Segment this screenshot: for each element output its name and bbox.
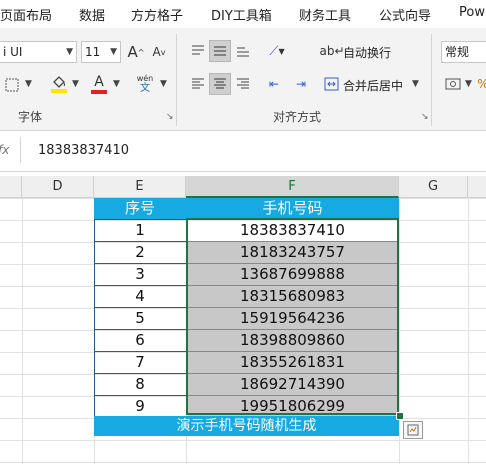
- chevron-down-icon[interactable]: ▼: [25, 79, 32, 89]
- align-left-button[interactable]: [187, 73, 209, 95]
- formula-bar: fx 18383837410: [0, 131, 486, 172]
- fx-icon[interactable]: fx: [0, 143, 9, 157]
- align-left-icon: [192, 78, 204, 89]
- chevron-down-icon[interactable]: ▼: [72, 79, 79, 89]
- align-right-button[interactable]: [232, 73, 254, 95]
- formula-input[interactable]: 18383837410: [38, 143, 129, 158]
- alignment-group-label: 对齐方式: [273, 110, 322, 124]
- tab-formula-wizard[interactable]: 公式向导: [379, 5, 431, 24]
- dialog-launcher-icon[interactable]: ↘: [421, 112, 429, 122]
- column-header-blank: [0, 176, 22, 198]
- font-size-combo[interactable]: 11 ▼: [81, 41, 121, 63]
- align-center-button[interactable]: [209, 73, 231, 95]
- tab-fangfangezi[interactable]: 方方格子: [131, 5, 183, 24]
- chevron-down-icon[interactable]: ▼: [113, 79, 120, 89]
- seq-cell[interactable]: 7: [94, 352, 186, 374]
- ribbon: i UI ▼ 11 ▼ A^ Av ▼ ▼ A ▼ wén 文 ▼ 字体 ↘: [0, 28, 486, 131]
- shrink-font-button[interactable]: Av: [149, 41, 169, 63]
- font-group-label: 字体: [18, 110, 43, 124]
- tab-page-layout[interactable]: 页面布局: [0, 5, 52, 24]
- seq-cell[interactable]: 1: [94, 220, 186, 242]
- header-cell-phone[interactable]: 手机号码: [186, 198, 399, 219]
- decrease-indent-button[interactable]: ⇤: [263, 73, 285, 95]
- chevron-down-icon[interactable]: ▼: [412, 79, 419, 89]
- increase-indent-button[interactable]: ⇥: [290, 73, 312, 95]
- seq-cell[interactable]: 4: [94, 286, 186, 308]
- decrease-indent-icon: ⇤: [268, 77, 280, 91]
- seq-cell[interactable]: 2: [94, 242, 186, 264]
- tab-diy-toolbox[interactable]: DIY工具箱: [211, 5, 272, 24]
- borders-icon: [5, 78, 19, 92]
- seq-cell[interactable]: 5: [94, 308, 186, 330]
- align-top-icon: [192, 45, 204, 55]
- group-divider: [176, 34, 177, 126]
- spreadsheet-grid[interactable]: D E F G 序号 手机号码 1 18383837410 2 18183243757…: [0, 172, 486, 464]
- phonetic-guide-button[interactable]: wén 文: [131, 71, 159, 97]
- wrap-text-icon: ab↵: [319, 44, 345, 58]
- font-size-value: 11: [85, 45, 101, 59]
- font-color-swatch: [91, 90, 107, 94]
- align-bottom-button[interactable]: [232, 40, 254, 62]
- number-format-combo[interactable]: 常规: [441, 41, 486, 63]
- fill-color-swatch: [51, 89, 67, 93]
- column-header-f[interactable]: F: [186, 176, 399, 198]
- column-header-e[interactable]: E: [94, 176, 186, 198]
- align-right-icon: [237, 78, 249, 89]
- fill-color-button[interactable]: [48, 72, 70, 96]
- seq-cell[interactable]: 6: [94, 330, 186, 352]
- seq-cell[interactable]: 3: [94, 264, 186, 286]
- chevron-down-icon[interactable]: ▼: [465, 79, 472, 89]
- quick-analysis-button[interactable]: [403, 421, 423, 439]
- increase-indent-icon: ⇥: [295, 77, 307, 91]
- group-divider: [431, 34, 432, 126]
- align-middle-icon: [214, 46, 226, 56]
- font-color-button[interactable]: A: [88, 72, 110, 96]
- divider: [20, 137, 21, 163]
- chevron-down-icon[interactable]: ▼: [160, 79, 167, 89]
- currency-icon: [445, 78, 461, 90]
- percent-icon: %: [477, 77, 486, 91]
- accounting-format-button[interactable]: [442, 73, 464, 95]
- grow-font-button[interactable]: A ^: [126, 41, 146, 63]
- align-center-icon: [214, 78, 226, 89]
- chevron-down-icon: ▼: [110, 47, 117, 57]
- orientation-button[interactable]: ⟋ ▼: [265, 40, 289, 62]
- ribbon-tabs: 页面布局 数据 方方格子 DIY工具箱 财务工具 公式向导 Pow: [0, 0, 486, 28]
- header-cell-seq[interactable]: 序号: [94, 198, 186, 219]
- column-header-g[interactable]: G: [399, 176, 468, 198]
- align-middle-button[interactable]: [209, 40, 231, 62]
- font-name-combo[interactable]: i UI ▼: [0, 41, 77, 63]
- percent-style-button[interactable]: %: [477, 73, 486, 95]
- fill-handle[interactable]: [396, 412, 404, 420]
- paint-bucket-icon: [53, 76, 65, 88]
- quick-analysis-icon: [407, 424, 419, 436]
- footer-merged-cell[interactable]: 演示手机号码随机生成: [94, 416, 399, 436]
- align-bottom-icon: [237, 47, 249, 57]
- dialog-launcher-icon[interactable]: ↘: [166, 112, 174, 122]
- font-color-icon: A: [94, 74, 104, 90]
- number-format-value: 常规: [445, 45, 470, 59]
- orientation-icon: ⟋: [269, 43, 279, 59]
- chevron-down-icon: ▼: [66, 47, 73, 57]
- tab-power[interactable]: Pow: [459, 5, 485, 20]
- wrap-text-button[interactable]: ab↵: [319, 40, 344, 62]
- seq-cell[interactable]: 9: [94, 396, 186, 418]
- selection-border: [186, 218, 399, 415]
- merge-cells-icon: [324, 77, 338, 91]
- font-name-value: i UI: [3, 45, 23, 59]
- align-top-button[interactable]: [187, 40, 209, 62]
- tab-data[interactable]: 数据: [79, 5, 105, 24]
- wrap-text-label[interactable]: 自动换行: [343, 44, 391, 61]
- column-header-d[interactable]: D: [22, 176, 94, 198]
- tab-finance-tools[interactable]: 财务工具: [299, 5, 351, 24]
- merge-center-button[interactable]: [322, 73, 340, 95]
- seq-cell[interactable]: 8: [94, 374, 186, 396]
- merge-center-label[interactable]: 合并后居中: [343, 77, 403, 94]
- column-header-h[interactable]: [468, 176, 486, 198]
- borders-button[interactable]: [2, 74, 22, 96]
